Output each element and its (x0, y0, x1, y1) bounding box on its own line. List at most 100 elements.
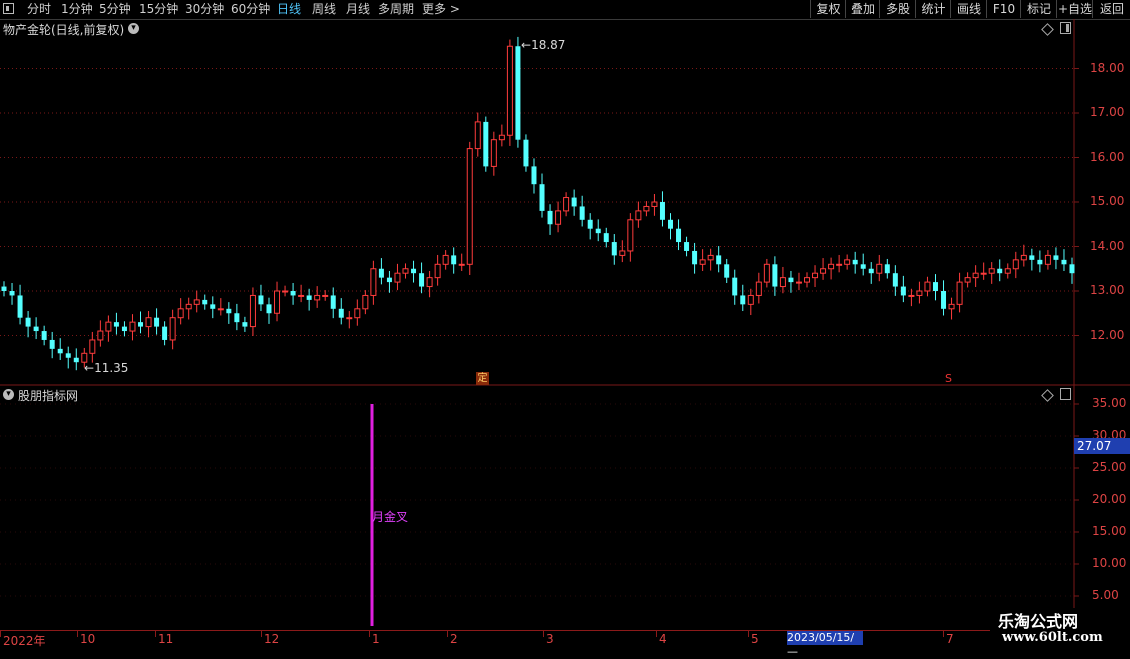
candle-body-up (795, 281, 802, 284)
candle-body-down (611, 242, 617, 256)
toolbar-button-6[interactable]: 标记 (1020, 0, 1057, 18)
candle-body-down (202, 299, 208, 305)
candle-body-down (242, 322, 248, 327)
candle-body-up (105, 321, 112, 332)
candle-body-down (684, 242, 690, 251)
period-toolbar: 分时 1分钟 5分钟 15分钟 30分钟 60分钟 日线 周线 月线 多周期 更多 > 复权 叠加 多股… (0, 0, 1130, 20)
candle-body-down (1061, 259, 1067, 265)
tab-period-6[interactable]: 日线 (277, 1, 301, 17)
candle-body-down (330, 295, 336, 309)
price-tick-label: 14.00 (1090, 238, 1125, 253)
candle-body-down (1053, 255, 1059, 260)
price-tick-label: 13.00 (1090, 283, 1125, 297)
tab-period-7[interactable]: 周线 (312, 1, 336, 17)
tab-period-0[interactable]: 分时 (27, 1, 51, 17)
price-tick-label: 12.00 (1090, 327, 1125, 342)
candle-body-down (676, 228, 682, 243)
toolbar-button-3[interactable]: 统计 (915, 0, 951, 18)
candle-body-down (932, 282, 938, 291)
candle-body-up (458, 263, 465, 266)
candle-body-up (249, 294, 256, 328)
candle-body-up (506, 45, 513, 136)
tab-period-1[interactable]: 1分钟 (61, 1, 93, 17)
kline-chart[interactable] (0, 19, 1130, 631)
candle-body-down (547, 210, 553, 225)
candle-body-up (442, 254, 449, 265)
tab-period-10[interactable]: 更多 > (422, 1, 460, 17)
toolbar-button-0[interactable]: 复权 (810, 0, 846, 18)
candle-body-up (1004, 268, 1011, 274)
toolbar-button-2[interactable]: 多股 (879, 0, 916, 18)
indicator-tick-label: 20.00 (1092, 492, 1127, 506)
candle-body-up (298, 294, 305, 297)
candle-body-down (1, 286, 7, 291)
candle-body-down (258, 295, 264, 305)
high-price-label: ←18.87 (521, 38, 565, 52)
tab-period-4[interactable]: 30分钟 (185, 1, 224, 17)
candle-body-down (860, 264, 866, 269)
candle-body-down (113, 322, 119, 327)
date-tick (656, 631, 657, 637)
chevron-down-icon[interactable]: ▾ (3, 389, 14, 400)
candle-body-up (828, 263, 835, 270)
toolbar-button-8[interactable]: 返回 (1092, 0, 1130, 18)
candle-body-up (755, 281, 762, 296)
candle-body-down (724, 264, 730, 278)
candle-body-up (1020, 254, 1027, 261)
chevron-down-icon[interactable]: ▾ (128, 23, 139, 34)
candle-body-down (411, 268, 417, 274)
panel-toggle-icon[interactable] (1060, 22, 1071, 34)
candle-body-down (234, 313, 240, 323)
candle-body-up (169, 317, 176, 341)
low-price-label: ←11.35 (84, 361, 128, 375)
tab-period-2[interactable]: 5分钟 (99, 1, 131, 17)
candle-body-down (25, 317, 31, 327)
date-tick-label: 2 (450, 632, 458, 646)
toolbar-button-5[interactable]: F10 (986, 0, 1021, 18)
date-tick-label: 11 (158, 632, 174, 646)
candle-body-down (579, 206, 585, 220)
candle-body-up (948, 303, 955, 310)
date-tick (0, 631, 1, 637)
candle-body-up (177, 308, 184, 319)
toolbar-button-4[interactable]: 画线 (950, 0, 987, 18)
tab-period-9[interactable]: 多周期 (378, 1, 414, 17)
date-tick-label: 5 (751, 632, 759, 646)
home-icon[interactable] (3, 3, 14, 14)
candle-body-up (643, 205, 650, 212)
candle-body-up (474, 121, 481, 150)
candle-body-up (747, 294, 754, 305)
tab-period-3[interactable]: 15分钟 (139, 1, 178, 17)
signal-label: 月金叉 (372, 510, 409, 524)
date-tick (261, 631, 262, 637)
arrow-left-icon: ← (84, 361, 95, 375)
candle-body-up (490, 139, 497, 167)
candle-body-down (587, 219, 593, 229)
date-axis: 2022年 10 11 12 1 2 3 4 5 7 (0, 630, 1130, 651)
candle-body-up (129, 321, 136, 332)
candle-body-up (651, 201, 658, 207)
panel-toggle-icon[interactable] (1060, 388, 1071, 400)
candle-body-down (1029, 255, 1035, 260)
candle-body-down (732, 277, 738, 296)
arrow-left-icon: ← (521, 38, 532, 52)
candle-body-down (868, 268, 874, 274)
ding-marker[interactable]: 定 (476, 372, 489, 385)
date-tick (369, 631, 370, 637)
candle-body-down (539, 184, 545, 211)
candle-body-up (354, 308, 361, 319)
candle-body-up (804, 277, 811, 283)
tab-period-8[interactable]: 月线 (346, 1, 370, 17)
date-tick-label: 4 (659, 632, 667, 646)
candle-body-up (908, 294, 915, 297)
candle-body-up (362, 294, 369, 310)
toolbar-button-1[interactable]: 叠加 (845, 0, 880, 18)
s-marker[interactable]: S (945, 372, 952, 385)
candle-body-up (972, 272, 979, 279)
candle-body-down (41, 331, 47, 340)
candle-body-down (419, 273, 425, 287)
tab-period-5[interactable]: 60分钟 (231, 1, 270, 17)
candle-body-down (523, 139, 529, 167)
candle-body-down (57, 348, 63, 354)
toolbar-button-7[interactable]: +自选 (1056, 0, 1093, 18)
